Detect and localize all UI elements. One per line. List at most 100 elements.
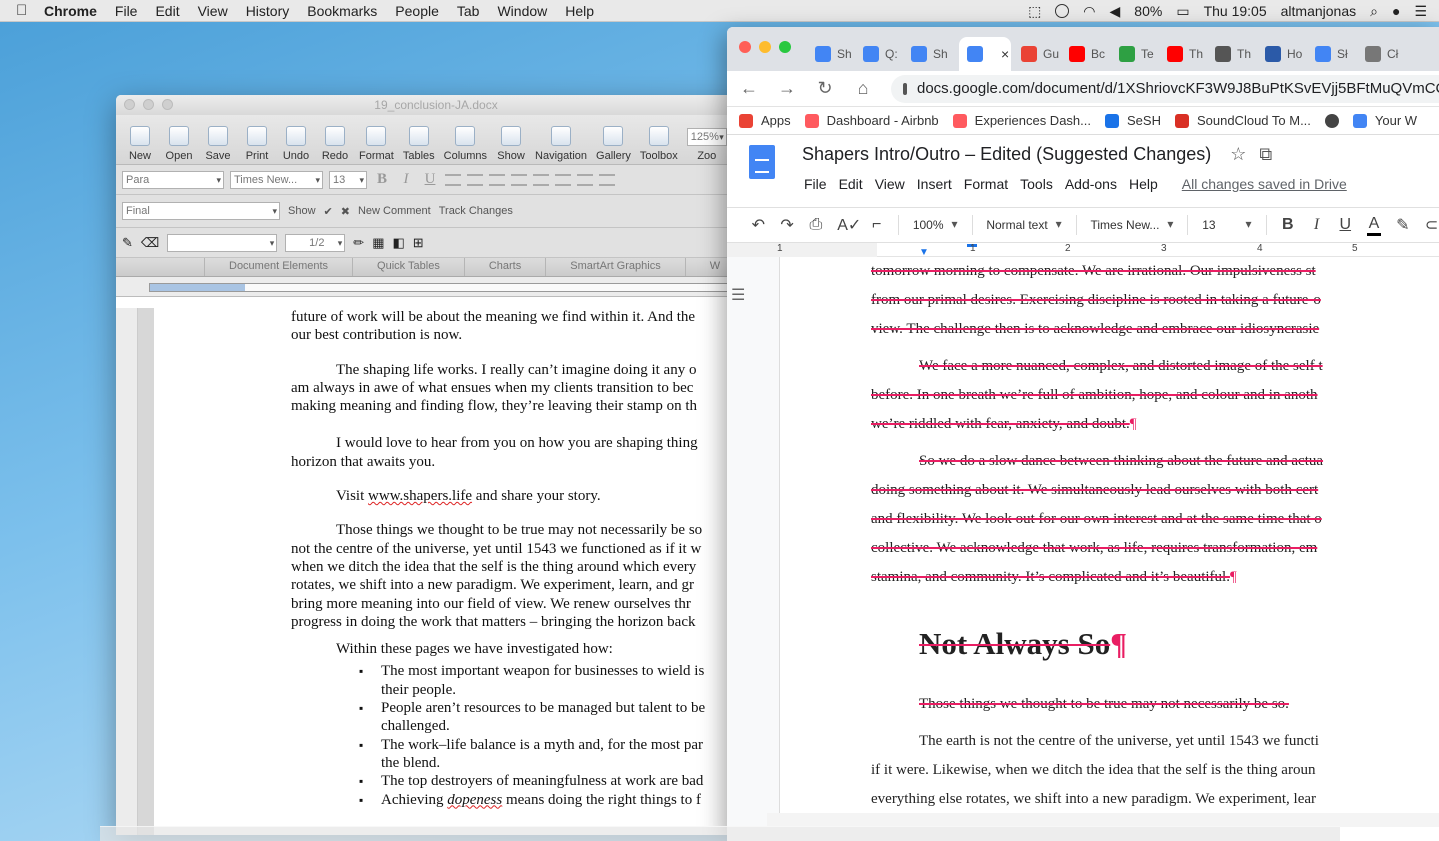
horizontal-scrollbar[interactable] <box>767 813 1439 827</box>
align-left-icon[interactable] <box>445 173 461 186</box>
docs-menu-addons[interactable]: Add-ons <box>1059 172 1123 196</box>
word-document-area[interactable]: future of work will be about the meaning… <box>116 308 756 835</box>
show-button[interactable]: Show <box>493 126 529 162</box>
wifi-icon[interactable]: ◠ <box>1083 3 1095 20</box>
tables-button[interactable]: Tables <box>400 126 438 162</box>
menu-tab[interactable]: Tab <box>457 3 480 19</box>
docs-canvas[interactable]: ☰ tomorrow morning to compensate. We are… <box>727 257 1439 827</box>
website-link[interactable]: www.shapers.life <box>368 488 472 504</box>
minimize-button[interactable] <box>143 99 154 110</box>
undo-icon[interactable]: ↶ <box>751 215 766 235</box>
zoom-button[interactable] <box>779 41 791 53</box>
increase-indent-icon[interactable] <box>599 173 615 186</box>
apple-icon[interactable]:  <box>16 2 32 19</box>
font-select[interactable]: Times New... <box>230 170 323 189</box>
browser-tab[interactable]: Q: <box>855 37 901 71</box>
close-button[interactable] <box>124 99 135 110</box>
url-text[interactable]: docs.google.com/document/d/1XShriovcKF3W… <box>917 80 1439 97</box>
browser-tab[interactable]: × <box>959 37 1011 71</box>
paragraph-style-select[interactable]: Normal text <box>986 217 1062 232</box>
save-button[interactable]: Save <box>200 126 236 162</box>
menu-app-chrome[interactable]: Chrome <box>44 3 97 19</box>
browser-tab[interactable]: Sh <box>903 37 949 71</box>
star-icon[interactable]: ☆ <box>1230 144 1246 164</box>
bookmark-your-w[interactable]: Your W <box>1352 113 1417 128</box>
redo-icon[interactable]: ↷ <box>780 215 795 235</box>
style-select[interactable]: Para <box>122 170 224 189</box>
menu-view[interactable]: View <box>198 3 228 19</box>
bold-button[interactable]: B <box>1280 216 1295 234</box>
print-icon[interactable]: ⎙ <box>809 216 824 234</box>
track-changes-button[interactable]: Track Changes <box>439 205 513 217</box>
browser-tab[interactable]: Gu <box>1013 37 1059 71</box>
tab-smartart[interactable]: SmartArt Graphics <box>545 258 684 276</box>
bookmark-experiences[interactable]: Experiences Dash... <box>952 113 1091 128</box>
bookmark-soundcloud[interactable]: SoundCloud To M... <box>1174 113 1311 128</box>
new-comment-button[interactable]: New Comment <box>358 205 431 217</box>
zoom-select[interactable]: 100% <box>913 217 958 232</box>
outline-icon[interactable]: ☰ <box>731 285 745 305</box>
justify-icon[interactable] <box>511 173 527 186</box>
insert-table-icon[interactable]: ⊞ <box>413 235 424 251</box>
tab-charts[interactable]: Charts <box>463 258 545 276</box>
markup-select[interactable]: Final <box>122 202 280 220</box>
save-status[interactable]: All changes saved in Drive <box>1176 172 1353 196</box>
horizontal-ruler[interactable] <box>116 277 756 297</box>
pen-color-icon[interactable]: ✏ <box>353 235 364 251</box>
docs-menu-edit[interactable]: Edit <box>833 172 869 196</box>
menu-people[interactable]: People <box>395 3 439 19</box>
spellcheck-icon[interactable]: A✓ <box>837 215 861 235</box>
search-icon[interactable]: ⌕ <box>1370 3 1378 20</box>
menu-edit[interactable]: Edit <box>155 3 179 19</box>
browser-tab[interactable]: Th <box>1207 37 1253 71</box>
bullet-list-icon[interactable] <box>555 173 571 186</box>
docs-text[interactable]: tomorrow morning to compensate. We are i… <box>871 257 1391 814</box>
columns-button[interactable]: Columns <box>441 126 490 162</box>
underline-button[interactable]: U <box>1338 216 1353 234</box>
browser-tab[interactable]: Th <box>1159 37 1205 71</box>
link-icon[interactable]: ⊂ <box>1424 215 1439 235</box>
back-icon[interactable]: ← <box>739 78 759 99</box>
move-to-folder-icon[interactable]: ⧉ <box>1259 144 1272 164</box>
volume-icon[interactable]: ◀ <box>1110 3 1121 20</box>
decrease-indent-icon[interactable] <box>577 173 593 186</box>
line-style-select[interactable] <box>167 233 278 252</box>
menu-file[interactable]: File <box>115 3 138 19</box>
bold-button[interactable]: B <box>373 171 391 188</box>
toolbox-button[interactable]: Toolbox <box>637 126 681 162</box>
browser-tab[interactable]: Sł <box>1307 37 1353 71</box>
reload-icon[interactable]: ↻ <box>815 78 835 99</box>
siri-icon[interactable]: ● <box>1392 3 1400 19</box>
forward-icon[interactable]: → <box>777 78 797 99</box>
browser-tab[interactable]: Ho <box>1257 37 1303 71</box>
font-size-select[interactable]: 13 <box>1202 217 1252 232</box>
paint-format-icon[interactable]: ⌐ <box>869 216 884 234</box>
lock-icon[interactable] <box>903 82 907 95</box>
docs-menu-view[interactable]: View <box>869 172 911 196</box>
font-select[interactable]: Times New... <box>1091 217 1174 232</box>
bookmark-globe[interactable] <box>1324 113 1339 128</box>
text-color-icon[interactable]: A <box>1366 215 1382 236</box>
accept-change-icon[interactable]: ✔ <box>324 205 333 218</box>
navigation-button[interactable]: Navigation <box>532 126 590 162</box>
doc-title[interactable]: Shapers Intro/Outro – Edited (Suggested … <box>802 144 1211 164</box>
borders-icon[interactable]: ▦ <box>372 235 384 251</box>
align-right-icon[interactable] <box>489 173 505 186</box>
browser-tab[interactable]: Te <box>1111 37 1157 71</box>
bookmark-apps[interactable]: Apps <box>739 113 791 128</box>
shading-icon[interactable]: ◧ <box>393 235 405 251</box>
omnibox[interactable]: docs.google.com/document/d/1XShriovcKF3W… <box>891 74 1439 103</box>
bookmark-sesh[interactable]: SeSH <box>1105 113 1161 128</box>
zoom-select[interactable]: 125% <box>686 128 727 146</box>
zoom-button[interactable] <box>162 99 173 110</box>
line-weight-select[interactable]: 1/2 <box>285 233 346 252</box>
italic-button[interactable]: I <box>397 171 415 188</box>
docs-menu-insert[interactable]: Insert <box>911 172 958 196</box>
minimize-button[interactable] <box>759 41 771 53</box>
docs-logo-icon[interactable] <box>749 145 775 179</box>
word-page[interactable]: future of work will be about the meaning… <box>291 308 756 835</box>
font-size-select[interactable]: 13 <box>329 170 367 189</box>
format-button[interactable]: Format <box>356 126 397 162</box>
menu-bookmarks[interactable]: Bookmarks <box>307 3 377 19</box>
docs-menu-help[interactable]: Help <box>1123 172 1164 196</box>
